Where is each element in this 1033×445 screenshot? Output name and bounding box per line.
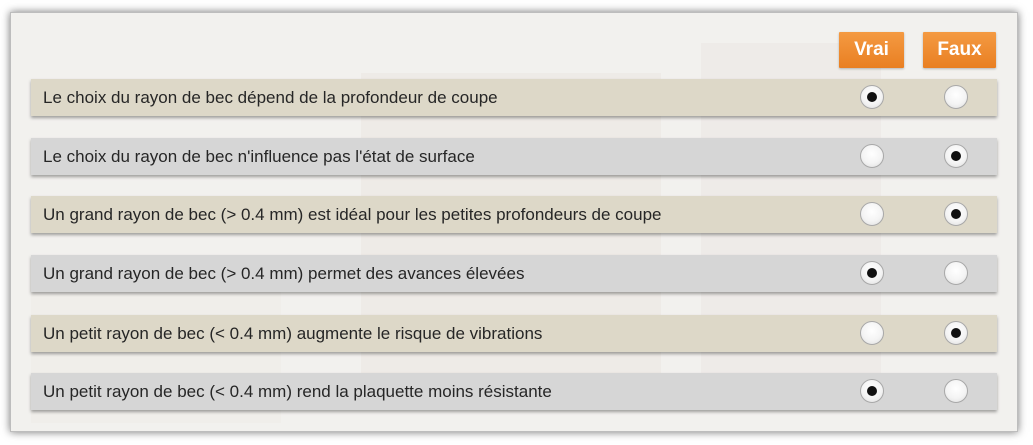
statement-text: Le choix du rayon de bec n'influence pas… xyxy=(43,146,475,166)
statement-text: Un petit rayon de bec (< 0.4 mm) rend la… xyxy=(43,381,552,401)
radio-vrai[interactable] xyxy=(860,261,884,285)
radio-dot xyxy=(951,151,961,161)
quiz-panel: Vrai Faux Le choix du rayon de bec dépen… xyxy=(10,12,1018,432)
radio-faux[interactable] xyxy=(944,261,968,285)
radio-vrai[interactable] xyxy=(860,202,884,226)
statement-row: Un petit rayon de bec (< 0.4 mm) rend la… xyxy=(31,373,997,410)
statement-row: Un grand rayon de bec (> 0.4 mm) permet … xyxy=(31,255,997,292)
radio-vrai[interactable] xyxy=(860,85,884,109)
radio-faux[interactable] xyxy=(944,85,968,109)
radio-vrai[interactable] xyxy=(860,144,884,168)
radio-faux[interactable] xyxy=(944,379,968,403)
statement-text: Un petit rayon de bec (< 0.4 mm) augment… xyxy=(43,323,543,343)
radio-faux[interactable] xyxy=(944,144,968,168)
radio-faux[interactable] xyxy=(944,321,968,345)
statement-text: Le choix du rayon de bec dépend de la pr… xyxy=(43,87,498,107)
statement-text: Un grand rayon de bec (> 0.4 mm) est idé… xyxy=(43,204,662,224)
statement-row: Un grand rayon de bec (> 0.4 mm) est idé… xyxy=(31,196,997,233)
column-header-vrai: Vrai xyxy=(839,32,904,68)
statement-row: Le choix du rayon de bec n'influence pas… xyxy=(31,138,997,175)
statement-row: Un petit rayon de bec (< 0.4 mm) augment… xyxy=(31,315,997,352)
statement-row: Le choix du rayon de bec dépend de la pr… xyxy=(31,79,997,116)
radio-dot xyxy=(867,386,877,396)
column-header-faux: Faux xyxy=(923,32,996,68)
radio-dot xyxy=(951,328,961,338)
radio-vrai[interactable] xyxy=(860,379,884,403)
radio-dot xyxy=(867,92,877,102)
radio-dot xyxy=(867,268,877,278)
radio-faux[interactable] xyxy=(944,202,968,226)
radio-dot xyxy=(951,209,961,219)
radio-vrai[interactable] xyxy=(860,321,884,345)
statement-text: Un grand rayon de bec (> 0.4 mm) permet … xyxy=(43,263,525,283)
